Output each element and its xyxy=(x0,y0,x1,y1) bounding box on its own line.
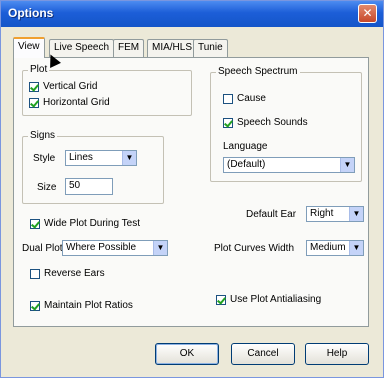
tab-mia-hls[interactable]: MIA/HLS xyxy=(147,39,198,57)
horizontal-grid-label: Horizontal Grid xyxy=(43,97,110,108)
view-tab-panel: Plot Vertical Grid Horizontal Grid Signs… xyxy=(13,57,369,327)
help-button[interactable]: Help xyxy=(305,343,369,365)
checkbox-unchecked-icon xyxy=(30,268,40,279)
plot-group-label: Plot xyxy=(28,64,50,75)
plot-group: Plot Vertical Grid Horizontal Grid xyxy=(22,64,192,116)
language-select-value: (Default) xyxy=(227,159,266,170)
style-label: Style xyxy=(33,153,56,164)
checkbox-checked-icon xyxy=(29,97,39,108)
curves-width-select-value: Medium xyxy=(310,242,346,253)
reverse-ears-checkbox[interactable]: Reverse Ears xyxy=(30,268,105,279)
dual-plot-select[interactable]: Where Possible ▼ xyxy=(62,240,168,256)
chevron-down-icon[interactable]: ▼ xyxy=(153,241,167,255)
close-icon[interactable]: ✕ xyxy=(358,4,377,23)
tab-fem[interactable]: FEM xyxy=(113,39,145,57)
checkbox-checked-icon xyxy=(30,218,40,229)
window-title: Options xyxy=(8,6,54,20)
language-select[interactable]: (Default) ▼ xyxy=(223,157,355,173)
style-select-value: Lines xyxy=(69,152,93,163)
curves-width-label: Plot Curves Width xyxy=(214,243,295,254)
checkbox-checked-icon xyxy=(30,300,40,311)
default-ear-select-value: Right xyxy=(310,208,334,219)
curves-width-select[interactable]: Medium ▼ xyxy=(306,240,364,256)
wide-plot-checkbox[interactable]: Wide Plot During Test xyxy=(30,218,140,229)
title-bar[interactable]: Options ✕ xyxy=(1,1,383,27)
speech-spectrum-group: Speech Spectrum Cause Speech Sounds Lang… xyxy=(210,66,362,182)
cancel-button[interactable]: Cancel xyxy=(231,343,295,365)
cause-checkbox[interactable]: Cause xyxy=(223,93,266,104)
dual-plot-label: Dual Plot xyxy=(22,243,63,254)
dual-plot-select-value: Where Possible xyxy=(66,242,137,253)
chevron-down-icon[interactable]: ▼ xyxy=(340,158,354,172)
antialiasing-label: Use Plot Antialiasing xyxy=(230,294,322,305)
default-ear-select[interactable]: Right ▼ xyxy=(306,206,364,222)
size-input[interactable]: 50 xyxy=(65,178,113,195)
cause-label: Cause xyxy=(237,93,266,104)
checkbox-unchecked-icon xyxy=(223,93,233,104)
horizontal-grid-checkbox[interactable]: Horizontal Grid xyxy=(29,97,110,108)
tab-live-speech[interactable]: Live Speech xyxy=(49,39,115,57)
checkbox-checked-icon xyxy=(223,117,233,128)
signs-group: Signs Style Lines ▼ Size 50 xyxy=(22,130,164,204)
default-ear-label: Default Ear xyxy=(246,209,297,220)
signs-group-label: Signs xyxy=(28,130,58,141)
vertical-grid-label: Vertical Grid xyxy=(43,81,98,92)
tab-view[interactable]: View xyxy=(13,37,45,58)
tab-tunie[interactable]: Tunie xyxy=(193,39,228,57)
chevron-down-icon[interactable]: ▼ xyxy=(349,241,363,255)
reverse-ears-label: Reverse Ears xyxy=(44,268,105,279)
wide-plot-label: Wide Plot During Test xyxy=(44,218,140,229)
chevron-down-icon[interactable]: ▼ xyxy=(349,207,363,221)
size-label: Size xyxy=(37,182,57,193)
style-select[interactable]: Lines ▼ xyxy=(65,150,137,166)
speech-sounds-checkbox[interactable]: Speech Sounds xyxy=(223,117,308,128)
chevron-down-icon[interactable]: ▼ xyxy=(122,151,136,165)
speech-sounds-label: Speech Sounds xyxy=(237,117,308,128)
ok-button[interactable]: OK xyxy=(155,343,219,365)
checkbox-checked-icon xyxy=(216,294,226,305)
vertical-grid-checkbox[interactable]: Vertical Grid xyxy=(29,81,97,92)
speech-spectrum-group-label: Speech Spectrum xyxy=(216,66,300,77)
options-dialog: Options ✕ View Live Speech FEM MIA/HLS T… xyxy=(0,0,384,378)
language-label: Language xyxy=(223,141,268,152)
maintain-ratio-checkbox[interactable]: Maintain Plot Ratios xyxy=(30,300,133,311)
maintain-ratio-label: Maintain Plot Ratios xyxy=(44,300,133,311)
antialiasing-checkbox[interactable]: Use Plot Antialiasing xyxy=(216,294,321,305)
checkbox-checked-icon xyxy=(29,81,39,92)
